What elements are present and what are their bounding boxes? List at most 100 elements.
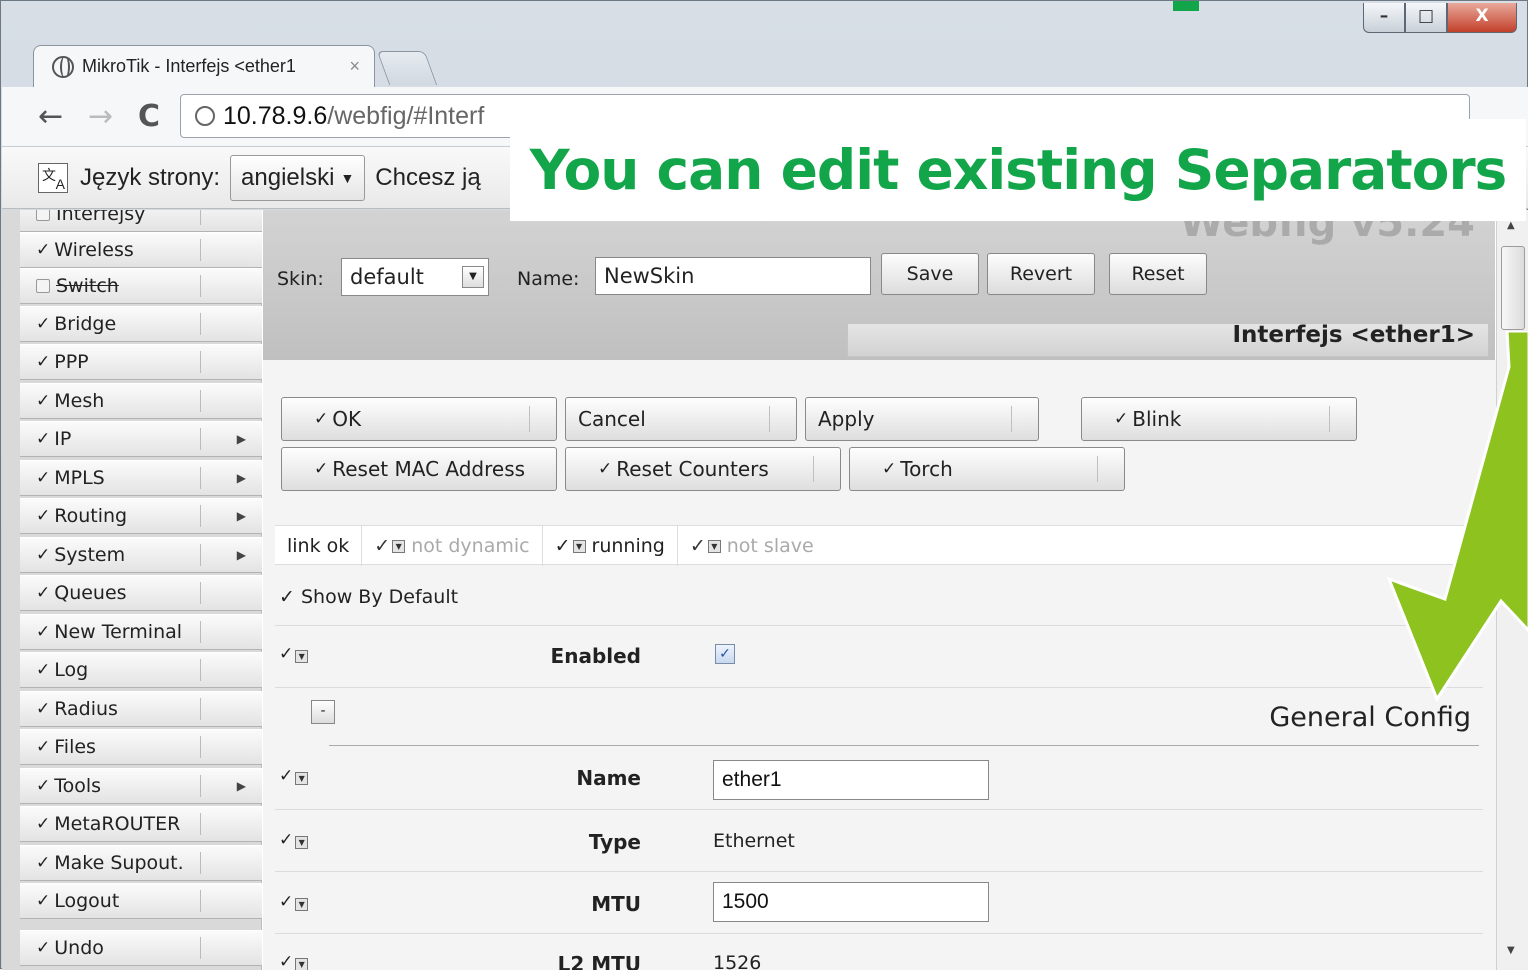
separator <box>200 852 201 874</box>
l2mtu-label: L2 MTU <box>557 952 641 970</box>
revert-button[interactable]: Revert <box>987 253 1095 295</box>
scroll-down-icon[interactable]: ▼ <box>1507 945 1515 956</box>
sidebar-item-make-supout[interactable]: ✓ Make Supout. <box>20 845 262 881</box>
checkmark-icon: ✓ <box>36 352 51 372</box>
ok-button[interactable]: ✓ OK <box>281 397 557 441</box>
row-visibility-control[interactable]: ✓ ▼ <box>279 766 314 786</box>
reset-mac-address-button[interactable]: ✓ Reset MAC Address <box>281 447 557 491</box>
sidebar-item-label: Switch <box>56 275 119 297</box>
forward-arrow-icon[interactable]: → <box>88 99 113 134</box>
sidebar-item-tools[interactable]: ✓ Tools ▶ <box>20 768 262 804</box>
save-button[interactable]: Save <box>881 253 979 295</box>
chevron-down-icon[interactable]: ▼ <box>462 266 484 288</box>
checkmark-icon: ✓ <box>36 891 51 911</box>
show-by-default-row: ✓ Show By Default <box>275 580 1483 626</box>
separator-title[interactable]: General Config <box>1269 702 1471 733</box>
cancel-button[interactable]: Cancel <box>565 397 797 441</box>
enabled-checkbox[interactable]: ✓ <box>715 644 735 664</box>
show-by-default-label: Show By Default <box>301 586 459 608</box>
row-visibility-control[interactable]: ✓ ▼ <box>279 644 314 664</box>
chevron-down-icon[interactable]: ▼ <box>572 539 586 553</box>
sidebar-item-mpls[interactable]: ✓ MPLS ▶ <box>20 460 262 496</box>
sidebar-item-mesh[interactable]: ✓ Mesh <box>20 383 262 419</box>
sidebar-item-ip[interactable]: ✓ IP ▶ <box>20 421 262 457</box>
page-language-label: Język strony: <box>80 163 221 191</box>
collapse-button[interactable]: - <box>311 700 335 724</box>
close-window-button[interactable]: X <box>1447 3 1517 33</box>
tab-close-icon[interactable]: × <box>349 56 360 77</box>
checkmark-icon[interactable]: ✓ <box>374 535 390 557</box>
reset-counters-button[interactable]: ✓ Reset Counters <box>565 447 841 491</box>
row-visibility-control[interactable]: ✓ ▼ <box>279 952 314 970</box>
sidebar-item-queues[interactable]: ✓ Queues <box>20 575 262 611</box>
blink-label: Blink <box>1132 407 1182 431</box>
chevron-down-icon[interactable]: ▼ <box>392 539 406 553</box>
chevron-down-icon[interactable]: ▼ <box>295 958 309 970</box>
chevron-down-icon[interactable]: ▼ <box>295 650 309 663</box>
minimize-button[interactable]: – <box>1363 3 1405 33</box>
new-tab-button[interactable] <box>376 51 438 85</box>
status-bar: link ok ✓ ▼ not dynamic ✓ ▼ running ✓ ▼ not sl… <box>275 525 1496 566</box>
mtu-input[interactable] <box>713 882 989 922</box>
sidebar-item-system[interactable]: ✓ System ▶ <box>20 537 262 573</box>
skin-name-input[interactable]: NewSkin <box>595 257 871 295</box>
sidebar-item-logout[interactable]: ✓ Logout <box>20 883 262 919</box>
globe-icon <box>52 55 74 78</box>
sidebar-item-interfejsy[interactable]: Interfejsy <box>20 210 262 232</box>
checkmark-icon: ✓ <box>36 583 51 603</box>
scroll-up-icon[interactable]: ▲ <box>1507 220 1515 231</box>
sidebar-item-label: Undo <box>54 937 104 959</box>
checkmark-icon: ✓ <box>36 622 51 642</box>
chevron-down-icon[interactable]: ▼ <box>295 836 309 849</box>
name-label: Name <box>576 766 641 790</box>
sidebar-item-radius[interactable]: ✓ Radius <box>20 691 262 727</box>
show-by-default-checkbox[interactable]: ✓ <box>279 586 295 608</box>
checkmark-icon[interactable]: ✓ <box>690 535 706 557</box>
chevron-down-icon[interactable]: ▼ <box>295 898 309 911</box>
row-visibility-control[interactable]: ✓ ▼ <box>279 830 314 850</box>
sidebar-item-files[interactable]: ✓ Files <box>20 729 262 765</box>
sidebar-item-bridge[interactable]: ✓ Bridge <box>20 306 262 342</box>
separator <box>200 428 201 450</box>
cancel-label: Cancel <box>578 407 646 431</box>
checkmark-icon: ✓ <box>36 314 51 334</box>
checkmark-icon: ✓ <box>36 391 51 411</box>
checkmark-icon: ✓ <box>36 240 51 260</box>
sidebar-item-label: System <box>54 544 126 566</box>
banner-accent <box>1173 1 1199 11</box>
reset-mac-label: Reset MAC Address <box>332 457 526 481</box>
separator <box>200 775 201 797</box>
sidebar-item-routing[interactable]: ✓ Routing ▶ <box>20 498 262 534</box>
page-info-icon[interactable] <box>195 106 215 126</box>
maximize-button[interactable]: □ <box>1405 3 1447 33</box>
sidebar-item-label: PPP <box>54 351 89 373</box>
chevron-down-icon[interactable]: ▼ <box>295 772 309 785</box>
apply-label: Apply <box>818 407 875 431</box>
sidebar-item-metarouter[interactable]: ✓ MetaROUTER <box>20 806 262 842</box>
chevron-down-icon[interactable]: ▼ <box>707 539 721 553</box>
sidebar-item-wireless[interactable]: ✓ Wireless <box>20 232 262 268</box>
skin-select[interactable]: default ▼ <box>341 258 489 296</box>
mtu-label: MTU <box>591 892 641 916</box>
sidebar-item-log[interactable]: ✓ Log <box>20 652 262 688</box>
sidebar-item-undo[interactable]: ✓ Undo <box>20 930 262 966</box>
name-input[interactable] <box>713 760 989 800</box>
status-slave: ✓ ▼ not slave <box>678 526 826 566</box>
back-arrow-icon[interactable]: ← <box>38 99 63 134</box>
separator <box>200 351 201 373</box>
reload-icon[interactable]: C <box>138 99 160 134</box>
blink-button[interactable]: ✓ Blink <box>1081 397 1357 441</box>
sidebar-item-new-terminal[interactable]: ✓ New Terminal <box>20 614 262 650</box>
scroll-thumb[interactable] <box>1501 246 1525 330</box>
checkmark-icon: ✓ <box>36 737 51 757</box>
reset-button[interactable]: Reset <box>1109 253 1207 295</box>
apply-button[interactable]: Apply <box>805 397 1039 441</box>
sidebar-item-ppp[interactable]: ✓ PPP <box>20 344 262 380</box>
torch-button[interactable]: ✓ Torch <box>849 447 1125 491</box>
language-select[interactable]: angielski ▼ <box>230 154 366 201</box>
checkmark-icon[interactable]: ✓ <box>555 535 571 557</box>
minimize-icon: – <box>1379 6 1389 26</box>
browser-tab[interactable]: MikroTik - Interfejs <ether1 × <box>33 45 375 87</box>
row-visibility-control[interactable]: ✓ ▼ <box>279 892 314 912</box>
sidebar-item-switch[interactable]: Switch <box>20 268 262 304</box>
